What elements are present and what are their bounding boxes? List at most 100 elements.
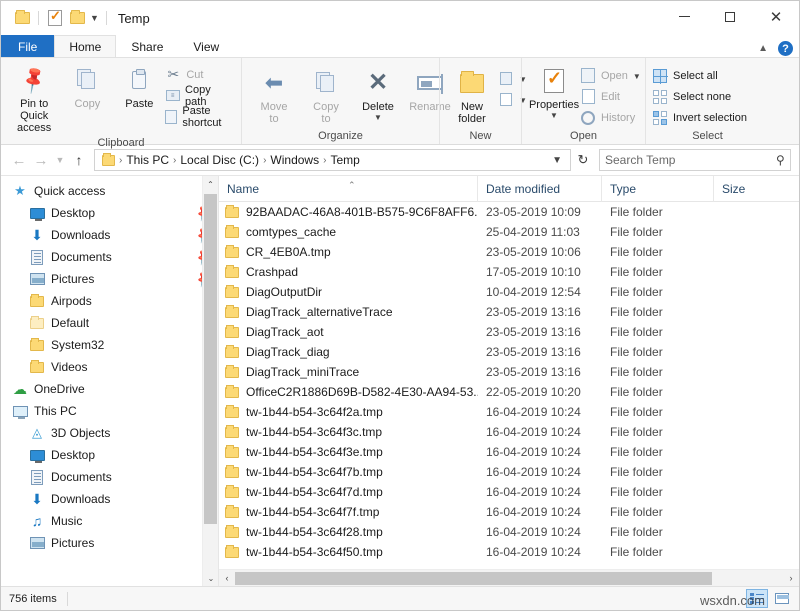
sidebar-item-videos[interactable]: Videos: [1, 356, 218, 378]
table-row[interactable]: tw-1b44-b54-3c64f3e.tmp16-04-2019 10:24F…: [219, 442, 799, 462]
table-row[interactable]: Crashpad17-05-2019 10:10File folder: [219, 262, 799, 282]
column-header-name[interactable]: ⌃ Name: [219, 176, 478, 202]
file-name-cell[interactable]: DiagTrack_diag: [219, 345, 478, 359]
nav-scroll-thumb[interactable]: [204, 194, 217, 524]
table-row[interactable]: DiagTrack_alternativeTrace23-05-2019 13:…: [219, 302, 799, 322]
table-row[interactable]: tw-1b44-b54-3c64f3c.tmp16-04-2019 10:24F…: [219, 422, 799, 442]
minimize-button[interactable]: [661, 1, 707, 32]
properties-button[interactable]: Properties ▼: [528, 64, 580, 121]
table-row[interactable]: CR_4EB0A.tmp23-05-2019 10:06File folder: [219, 242, 799, 262]
large-icons-view-button[interactable]: [771, 589, 793, 608]
file-name-cell[interactable]: OfficeC2R1886D69B-D582-4E30-AA94-53...: [219, 385, 478, 399]
file-name-cell[interactable]: tw-1b44-b54-3c64f7b.tmp: [219, 465, 478, 479]
file-name-cell[interactable]: tw-1b44-b54-3c64f3c.tmp: [219, 425, 478, 439]
tab-home[interactable]: Home: [54, 35, 116, 57]
search-box[interactable]: Search Temp ⚲: [599, 149, 791, 171]
table-row[interactable]: DiagTrack_miniTrace23-05-2019 13:16File …: [219, 362, 799, 382]
delete-button[interactable]: ✕ Delete ▼: [352, 66, 404, 123]
table-row[interactable]: DiagTrack_diag23-05-2019 13:16File folde…: [219, 342, 799, 362]
edit-button[interactable]: Edit: [580, 86, 645, 107]
search-icon[interactable]: ⚲: [776, 153, 785, 167]
column-header-type[interactable]: Type: [602, 176, 714, 202]
history-button[interactable]: History: [580, 107, 645, 128]
hscroll-track[interactable]: [235, 570, 783, 587]
table-row[interactable]: tw-1b44-b54-3c64f7d.tmp16-04-2019 10:24F…: [219, 482, 799, 502]
paste-button[interactable]: Paste: [113, 63, 165, 112]
table-row[interactable]: tw-1b44-b54-3c64f7b.tmp16-04-2019 10:24F…: [219, 462, 799, 482]
close-button[interactable]: ✕: [753, 1, 799, 32]
file-name-cell[interactable]: Crashpad: [219, 265, 478, 279]
tab-view[interactable]: View: [178, 35, 234, 57]
file-name-cell[interactable]: tw-1b44-b54-3c64f28.tmp: [219, 525, 478, 539]
new-folder-button[interactable]: New folder: [446, 66, 498, 127]
maximize-button[interactable]: [707, 1, 753, 32]
sidebar-item-this-pc[interactable]: This PC: [1, 400, 218, 422]
sidebar-item-airpods[interactable]: Airpods: [1, 290, 218, 312]
sidebar-item-pictures[interactable]: Pictures📌: [1, 268, 218, 290]
table-row[interactable]: tw-1b44-b54-3c64f28.tmp16-04-2019 10:24F…: [219, 522, 799, 542]
pin-to-quick-access-button[interactable]: 📌 Pin to Quick access: [7, 63, 61, 136]
scroll-down-button[interactable]: ⌄: [203, 570, 218, 586]
chevron-down-icon[interactable]: ▼: [633, 73, 641, 80]
sidebar-item-downloads[interactable]: ⬇Downloads📌: [1, 224, 218, 246]
scroll-up-button[interactable]: ⌃: [203, 176, 218, 192]
sidebar-item-3d-objects[interactable]: ◬3D Objects: [1, 422, 218, 444]
sidebar-item-music[interactable]: ♫Music: [1, 510, 218, 532]
column-header-size[interactable]: Size: [714, 176, 762, 202]
file-name-cell[interactable]: tw-1b44-b54-3c64f7f.tmp: [219, 505, 478, 519]
sidebar-item-downloads[interactable]: ⬇Downloads: [1, 488, 218, 510]
up-button[interactable]: ↑: [69, 149, 89, 171]
search-input[interactable]: Search Temp: [605, 153, 776, 167]
table-row[interactable]: 92BAADAC-46A8-401B-B575-9C6F8AFF6...23-0…: [219, 202, 799, 222]
table-row[interactable]: tw-1b44-b54-3c64f2a.tmp16-04-2019 10:24F…: [219, 402, 799, 422]
folder-icon[interactable]: [11, 6, 33, 30]
table-row[interactable]: tw-1b44-b54-3c64f7f.tmp16-04-2019 10:24F…: [219, 502, 799, 522]
hscroll-thumb[interactable]: [235, 572, 712, 585]
sidebar-item-default[interactable]: Default: [1, 312, 218, 334]
sidebar-item-documents[interactable]: Documents📌: [1, 246, 218, 268]
file-name-cell[interactable]: 92BAADAC-46A8-401B-B575-9C6F8AFF6...: [219, 205, 478, 219]
sidebar-item-pictures[interactable]: Pictures: [1, 532, 218, 554]
back-button[interactable]: ←: [9, 149, 29, 171]
file-name-cell[interactable]: comtypes_cache: [219, 225, 478, 239]
copy-button[interactable]: Copy: [61, 63, 113, 112]
address-bar[interactable]: › This PC › Local Disc (C:) › Windows › …: [94, 149, 571, 171]
chevron-up-icon[interactable]: ▲: [758, 43, 768, 54]
file-name-cell[interactable]: CR_4EB0A.tmp: [219, 245, 478, 259]
chevron-down-icon[interactable]: ▼: [374, 114, 382, 121]
sidebar-item-onedrive[interactable]: ☁OneDrive: [1, 378, 218, 400]
table-row[interactable]: tw-1b44-b54-3c64f50.tmp16-04-2019 10:24F…: [219, 542, 799, 562]
file-name-cell[interactable]: tw-1b44-b54-3c64f2a.tmp: [219, 405, 478, 419]
file-name-cell[interactable]: DiagOutputDir: [219, 285, 478, 299]
paste-shortcut-button[interactable]: Paste shortcut: [165, 106, 235, 127]
file-name-cell[interactable]: tw-1b44-b54-3c64f7d.tmp: [219, 485, 478, 499]
table-row[interactable]: comtypes_cache25-04-2019 11:03File folde…: [219, 222, 799, 242]
horizontal-scrollbar[interactable]: ‹ ›: [219, 569, 799, 586]
tab-file[interactable]: File: [1, 35, 54, 57]
file-name-cell[interactable]: tw-1b44-b54-3c64f3e.tmp: [219, 445, 478, 459]
file-name-cell[interactable]: tw-1b44-b54-3c64f50.tmp: [219, 545, 478, 559]
select-none-button[interactable]: Select none: [652, 86, 751, 107]
file-name-cell[interactable]: DiagTrack_aot: [219, 325, 478, 339]
sidebar-item-system32[interactable]: System32: [1, 334, 218, 356]
cut-button[interactable]: ✂ Cut: [165, 64, 235, 85]
tab-share[interactable]: Share: [116, 35, 178, 57]
copy-to-button[interactable]: Copy to: [300, 66, 352, 127]
recent-locations-button[interactable]: ▼: [53, 149, 67, 171]
table-row[interactable]: OfficeC2R1886D69B-D582-4E30-AA94-53...22…: [219, 382, 799, 402]
invert-selection-button[interactable]: Invert selection: [652, 107, 751, 128]
column-header-date-modified[interactable]: Date modified: [478, 176, 602, 202]
move-to-button[interactable]: ⬅ Move to: [248, 66, 300, 127]
nav-scrollbar[interactable]: ⌃ ⌄: [202, 176, 218, 586]
sidebar-item-desktop[interactable]: Desktop📌: [1, 202, 218, 224]
copy-path-button[interactable]: ≡ Copy path: [165, 85, 235, 106]
chevron-down-icon[interactable]: ▼: [546, 155, 568, 166]
new-folder-icon[interactable]: [66, 6, 88, 30]
sidebar-item-quick-access[interactable]: ★Quick access: [1, 180, 218, 202]
breadcrumb-this-pc[interactable]: This PC: [123, 153, 172, 167]
select-all-button[interactable]: Select all: [652, 65, 751, 86]
sidebar-item-documents[interactable]: Documents: [1, 466, 218, 488]
open-button[interactable]: Open ▼: [580, 65, 645, 86]
forward-button[interactable]: →: [31, 149, 51, 171]
scroll-left-button[interactable]: ‹: [219, 570, 235, 587]
